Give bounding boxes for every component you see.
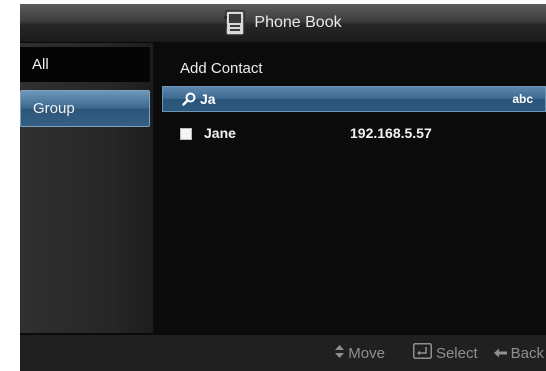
phone-book-icon bbox=[224, 10, 246, 36]
footer-hint-bar: Move Select Back bbox=[20, 335, 546, 371]
sidebar-item-group[interactable]: Group bbox=[20, 90, 150, 127]
back-hint: Back bbox=[493, 344, 544, 362]
left-arrow-icon bbox=[493, 345, 507, 362]
move-label: Move bbox=[348, 344, 385, 362]
contact-row[interactable]: Jane 192.168.5.57 bbox=[180, 125, 540, 145]
search-icon bbox=[182, 92, 196, 106]
page-title: Phone Book bbox=[254, 14, 342, 31]
contact-address: 192.168.5.57 bbox=[350, 125, 432, 141]
phone-book-screen: Phone Book All Group Add Contact Ja abc … bbox=[20, 4, 546, 371]
sidebar-item-all[interactable]: All bbox=[20, 47, 150, 82]
enter-icon bbox=[412, 343, 432, 363]
title-wrap: Phone Book bbox=[20, 4, 546, 42]
sidebar: All Group bbox=[20, 43, 153, 333]
contact-checkbox[interactable] bbox=[180, 128, 192, 140]
title-bar: Phone Book bbox=[20, 4, 546, 43]
move-hint: Move bbox=[335, 344, 385, 362]
main-panel: Add Contact Ja abc Jane 192.168.5.57 bbox=[153, 43, 546, 333]
add-contact-button[interactable]: Add Contact bbox=[180, 60, 263, 77]
contact-name: Jane bbox=[204, 125, 236, 141]
select-label: Select bbox=[435, 344, 478, 362]
search-query: Ja bbox=[200, 91, 216, 107]
back-label: Back bbox=[510, 344, 544, 362]
search-input[interactable]: Ja abc bbox=[162, 86, 546, 112]
select-hint: Select bbox=[412, 343, 478, 363]
input-mode-indicator: abc bbox=[512, 92, 533, 106]
up-down-arrows-icon bbox=[335, 344, 345, 362]
